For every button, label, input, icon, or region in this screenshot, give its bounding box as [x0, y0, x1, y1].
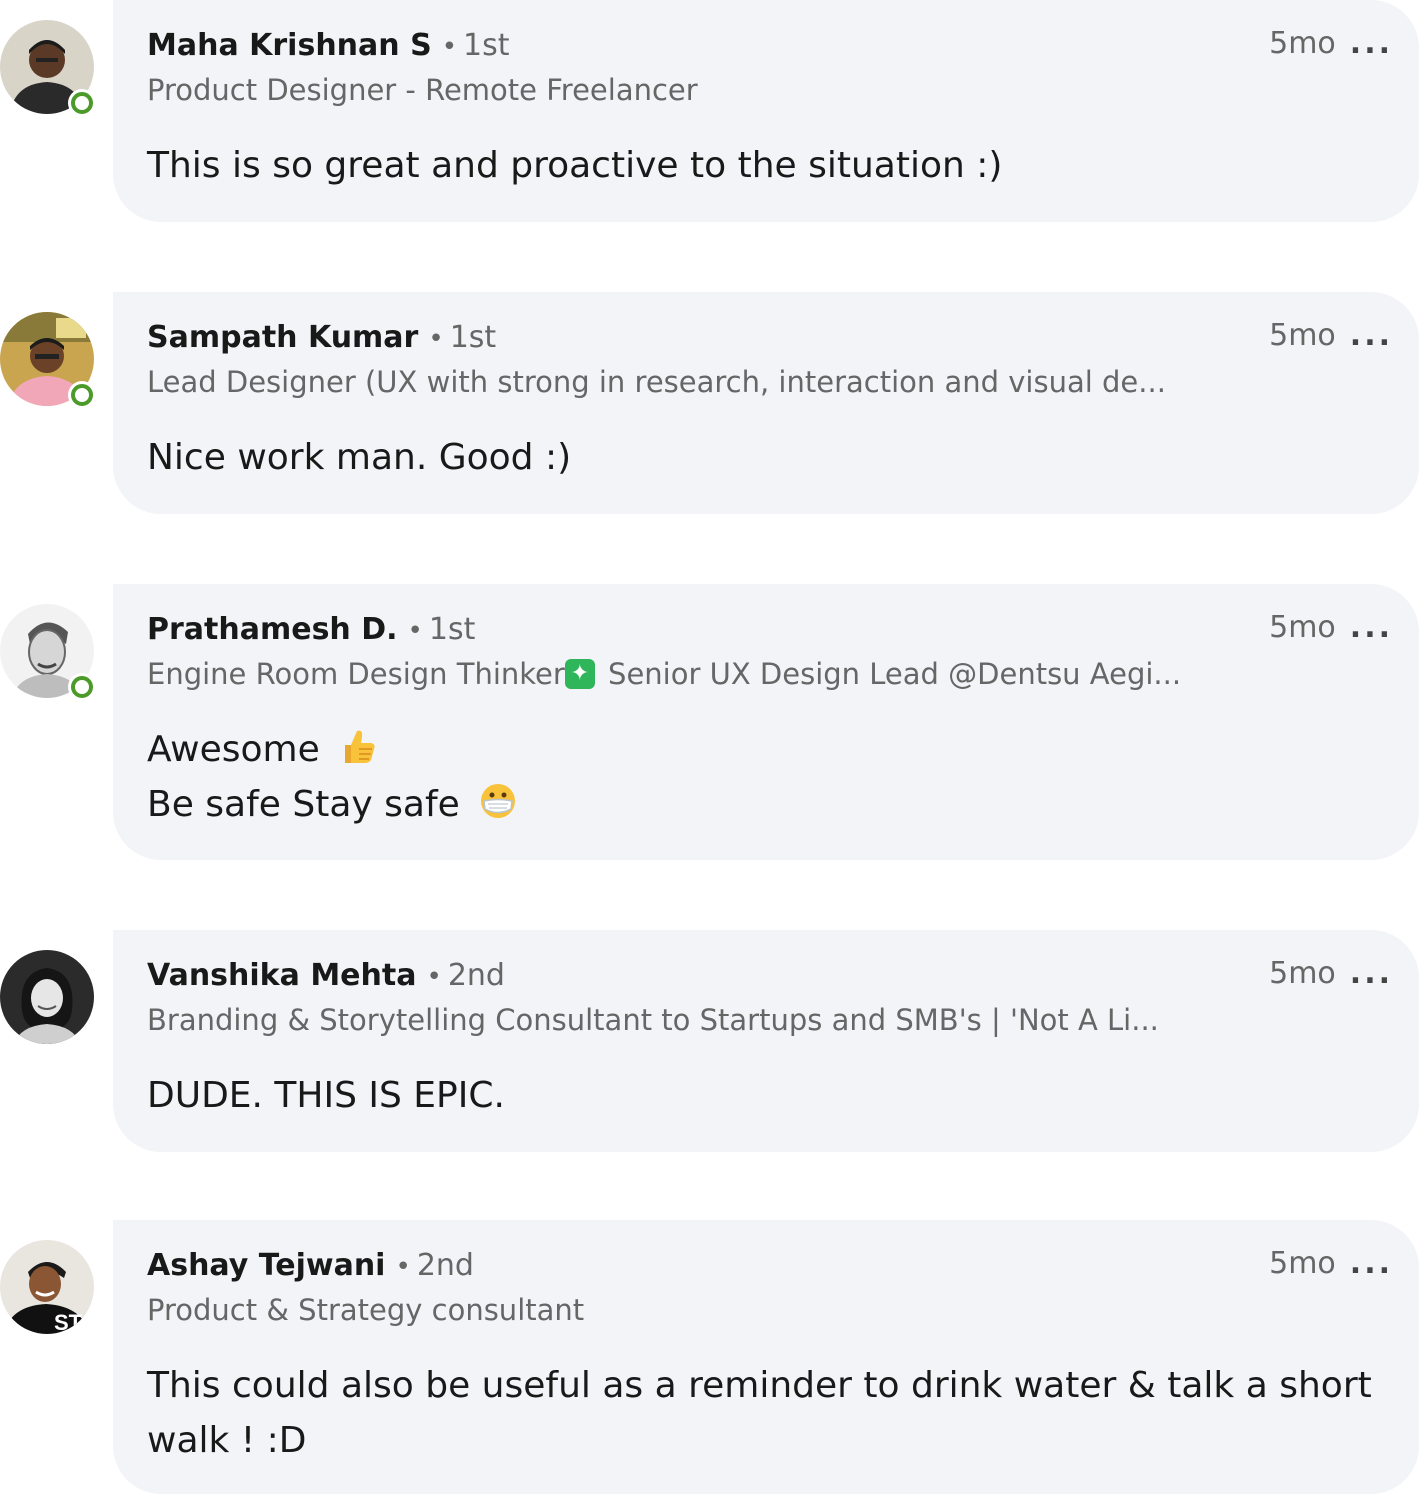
- avatar[interactable]: [0, 950, 94, 1044]
- face-with-mask-icon: [481, 784, 516, 818]
- comment-meta: 5mo...: [1269, 316, 1393, 356]
- comment-bubble: Maha Krishnan S • 1st Product Designer - R…: [113, 0, 1419, 222]
- comment-header: Prathamesh D. • 1st: [147, 610, 1389, 650]
- comment-bubble: Vanshika Mehta • 2nd Branding & Storytelli…: [113, 930, 1419, 1152]
- comment-bubble: Ashay Tejwani • 2nd Product & Strategy con…: [113, 1220, 1419, 1494]
- avatar[interactable]: ST/: [0, 1240, 94, 1334]
- comment-header: Ashay Tejwani • 2nd: [147, 1246, 1389, 1286]
- more-options-icon[interactable]: ...: [1350, 608, 1393, 648]
- avatar-photo: ST/: [0, 1240, 94, 1334]
- commenter-headline: Product Designer - Remote Freelancer: [147, 73, 698, 107]
- separator-dot: •: [428, 324, 444, 354]
- comment-item: ST/ Ashay Tejwani • 2nd Product & Strategy…: [0, 1220, 1420, 1494]
- comment-item: Vanshika Mehta • 2nd Branding & Storytelli…: [0, 930, 1420, 1152]
- commenter-name[interactable]: Maha Krishnan S: [147, 28, 432, 63]
- comment-item: Maha Krishnan S • 1st Product Designer - R…: [0, 0, 1420, 222]
- comment-meta: 5mo...: [1269, 24, 1393, 64]
- comment-text: This could also be useful as a reminder …: [147, 1358, 1389, 1468]
- comment-time: 5mo: [1269, 318, 1336, 353]
- separator-dot: •: [407, 616, 423, 646]
- more-options-icon[interactable]: ...: [1350, 954, 1393, 994]
- avatar-photo: [0, 950, 94, 1044]
- online-status-icon: [71, 92, 93, 114]
- comment-meta: 5mo...: [1269, 1244, 1393, 1284]
- comment-time: 5mo: [1269, 610, 1336, 645]
- comment-text: Awesome Be safe Stay safe: [147, 722, 1389, 832]
- comment-line: Be safe Stay safe: [147, 777, 1389, 832]
- comment-time: 5mo: [1269, 1246, 1336, 1281]
- comment-meta: 5mo...: [1269, 608, 1393, 648]
- commenter-headline: Engine Room Design Thinker Senior UX Des…: [147, 656, 1237, 692]
- comment-header: Vanshika Mehta • 2nd: [147, 956, 1389, 996]
- comment-bubble: Sampath Kumar • 1st Lead Designer (UX with…: [113, 292, 1419, 514]
- comment-text: Nice work man. Good :): [147, 430, 1389, 485]
- connection-degree: 1st: [449, 320, 497, 355]
- avatar[interactable]: [0, 604, 94, 698]
- connection-degree: 1st: [428, 612, 476, 647]
- comment-line-text: Awesome: [147, 729, 320, 770]
- commenter-headline: Lead Designer (UX with strong in researc…: [147, 365, 1166, 399]
- headline-part: Senior UX Design Lead @Dentsu Aegi...: [598, 657, 1182, 691]
- commenter-headline: Product & Strategy consultant: [147, 1293, 585, 1327]
- comment-text: DUDE. THIS IS EPIC.: [147, 1068, 1389, 1123]
- comment-time: 5mo: [1269, 956, 1336, 991]
- comment-bubble: Prathamesh D. • 1st Engine Room Design Thi…: [113, 584, 1419, 860]
- sparkle-icon: [564, 659, 595, 689]
- connection-degree: 1st: [463, 28, 510, 63]
- separator-dot: •: [441, 32, 458, 62]
- connection-degree: 2nd: [416, 1248, 474, 1283]
- comment-line-text: Be safe Stay safe: [147, 784, 460, 825]
- commenter-headline: Branding & Storytelling Consultant to St…: [147, 1003, 1159, 1037]
- svg-text:ST/: ST/: [54, 1310, 88, 1334]
- commenter-name[interactable]: Ashay Tejwani: [147, 1248, 385, 1283]
- connection-degree: 2nd: [447, 958, 505, 993]
- comment-header: Maha Krishnan S • 1st: [147, 26, 1389, 66]
- thumbs-up-icon: [345, 730, 375, 763]
- comment-line: Nice work man. Good :): [147, 437, 572, 478]
- headline-part: Engine Room Design Thinker: [147, 657, 565, 691]
- comment-item: Sampath Kumar • 1st Lead Designer (UX with…: [0, 292, 1420, 514]
- comment-item: Prathamesh D. • 1st Engine Room Design Thi…: [0, 584, 1420, 860]
- commenter-name[interactable]: Vanshika Mehta: [147, 958, 416, 993]
- online-status-icon: [71, 676, 93, 698]
- more-options-icon[interactable]: ...: [1350, 24, 1393, 64]
- separator-dot: •: [426, 962, 442, 992]
- commenter-name[interactable]: Sampath Kumar: [147, 320, 418, 355]
- more-options-icon[interactable]: ...: [1350, 1244, 1393, 1284]
- more-options-icon[interactable]: ...: [1350, 316, 1393, 356]
- comment-line: Awesome: [147, 722, 1389, 777]
- separator-dot: •: [395, 1252, 411, 1282]
- comment-time: 5mo: [1269, 26, 1336, 61]
- comment-text: This is so great and proactive to the si…: [147, 138, 1389, 193]
- avatar[interactable]: [0, 20, 94, 114]
- comment-meta: 5mo...: [1269, 954, 1393, 994]
- comment-line: This is so great and proactive to the si…: [147, 145, 1003, 186]
- online-status-icon: [71, 384, 93, 406]
- comment-line: walk ! :D: [147, 1420, 307, 1461]
- avatar[interactable]: [0, 312, 94, 406]
- commenter-name[interactable]: Prathamesh D.: [147, 612, 398, 647]
- comment-header: Sampath Kumar • 1st: [147, 318, 1389, 358]
- comment-line: This could also be useful as a reminder …: [147, 1365, 1372, 1406]
- comment-line: DUDE. THIS IS EPIC.: [147, 1075, 505, 1116]
